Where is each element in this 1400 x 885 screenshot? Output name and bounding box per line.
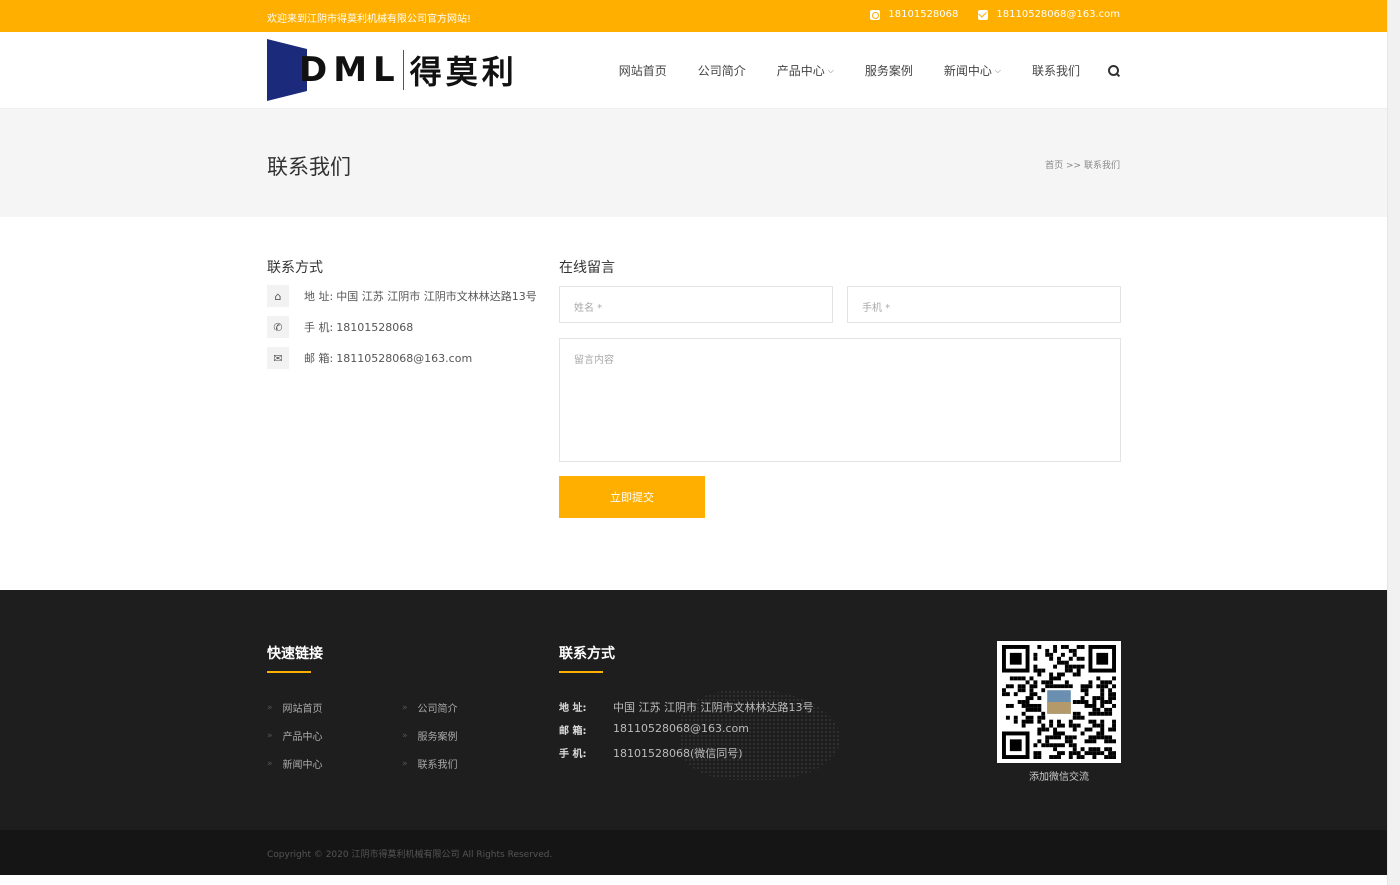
footer-links-underline — [267, 671, 311, 673]
footer-address-value: 中国 江苏 江阴市 江阴市文林林达路13号 — [613, 701, 814, 714]
home-icon: ⌂ — [267, 285, 289, 307]
copyright-bar: Copyright © 2020 江阴市得莫利机械有限公司 All Rights… — [0, 830, 1387, 875]
chevron-right-icon: » — [267, 758, 273, 769]
topbar-phone-text: 18101528068 — [888, 9, 959, 20]
footer-link-label: 网站首页 — [282, 704, 323, 715]
footer-address-label: 地 址: — [559, 703, 587, 714]
footer-email-row: 邮 箱: 18110528068@163.com — [559, 722, 749, 737]
nav-products[interactable]: 产品中心 ⌵ — [777, 62, 834, 79]
phone-label: 手 机: — [304, 321, 334, 334]
email-label: 邮 箱: — [304, 352, 334, 365]
nav-news-label: 新闻中心 — [943, 64, 992, 78]
footer-address-row: 地 址: 中国 江苏 江阴市 江阴市文林林达路13号 — [559, 699, 814, 715]
address-value: 中国 江苏 江阴市 江阴市文林林达路13号 — [336, 290, 537, 303]
footer-link-about[interactable]: » 公司简介 — [402, 700, 458, 716]
nav-cases-label: 服务案例 — [864, 64, 913, 78]
logo-chinese: 得莫利 — [409, 53, 518, 91]
footer-link-cases[interactable]: » 服务案例 — [402, 728, 458, 744]
page: 欢迎来到江阴市得莫利机械有限公司官方网站! 18101528068 181105… — [0, 0, 1387, 885]
footer-phone-row: 手 机: 18101528068(微信同号) — [559, 745, 743, 761]
scrollbar[interactable] — [1387, 0, 1400, 885]
footer-link-contact[interactable]: » 联系我们 — [402, 756, 458, 772]
main-nav: 网站首页 公司简介 产品中心 ⌵ 服务案例 新闻中心 ⌵ 联系我们 — [588, 32, 1120, 109]
nav-products-label: 产品中心 — [776, 64, 825, 78]
email-value: 18110528068@163.com — [336, 351, 473, 365]
breadcrumb: 首页 >> 联系我们 — [1045, 158, 1120, 171]
nav-contact[interactable]: 联系我们 — [1032, 62, 1080, 79]
page-title-banner: 联系我们 首页 >> 联系我们 — [0, 109, 1387, 217]
topbar-email-text: 18110528068@163.com — [996, 9, 1120, 20]
top-bar: 欢迎来到江阴市得莫利机械有限公司官方网站! 18101528068 181105… — [0, 0, 1387, 32]
footer-links-heading: 快速链接 — [267, 646, 323, 662]
footer-link-label: 公司简介 — [417, 704, 458, 715]
chevron-down-icon: ⌵ — [827, 65, 834, 75]
footer-email-label: 邮 箱: — [559, 726, 587, 737]
chevron-right-icon: » — [402, 730, 408, 741]
nav-contact-label: 联系我们 — [1031, 64, 1080, 78]
search-icon[interactable] — [1108, 64, 1120, 77]
footer-contact-heading: 联系方式 — [559, 646, 615, 662]
contact-heading: 联系方式 — [267, 260, 323, 276]
nav-news[interactable]: 新闻中心 ⌵ — [944, 62, 1001, 79]
chevron-right-icon: » — [402, 702, 408, 713]
chevron-right-icon: » — [402, 758, 408, 769]
breadcrumb-home[interactable]: 首页 — [1045, 161, 1063, 171]
nav-cases[interactable]: 服务案例 — [865, 62, 913, 79]
contact-address-row: ⌂ 地 址: 中国 江苏 江阴市 江阴市文林林达路13号 — [267, 285, 537, 307]
welcome-text: 欢迎来到江阴市得莫利机械有限公司官方网站! — [267, 14, 472, 25]
page-bottom — [0, 875, 1387, 885]
logo-latin: DML — [299, 50, 401, 90]
topbar-phone[interactable]: 18101528068 — [870, 9, 958, 20]
chevron-right-icon: » — [267, 702, 273, 713]
breadcrumb-separator: >> — [1066, 161, 1082, 171]
footer-link-news[interactable]: » 新闻中心 — [267, 756, 323, 772]
topbar-contact: 18101528068 18110528068@163.com — [870, 9, 1120, 20]
name-input[interactable]: 姓名 * — [559, 286, 833, 323]
form-heading: 在线留言 — [559, 260, 615, 276]
nav-about-label: 公司简介 — [697, 64, 746, 78]
footer-email-value: 18110528068@163.com — [613, 722, 749, 735]
page-title: 联系我们 — [267, 155, 351, 179]
envelope-icon — [978, 9, 989, 20]
wechat-qr-code — [997, 641, 1121, 763]
footer-phone-value: 18101528068(微信同号) — [613, 747, 743, 760]
contact-email-row: ✉ 邮 箱: 18110528068@163.com — [267, 347, 472, 369]
envelope-icon: ✉ — [267, 347, 289, 369]
nav-about[interactable]: 公司简介 — [698, 62, 746, 79]
header: DML 得莫利 网站首页 公司简介 产品中心 ⌵ 服务案例 新闻中心 ⌵ 联系我们 — [0, 32, 1387, 109]
phone-icon: ✆ — [267, 316, 289, 338]
qr-caption: 添加微信交流 — [1029, 772, 1089, 783]
phone-input[interactable]: 手机 * — [847, 286, 1121, 323]
phone-icon — [870, 9, 881, 20]
logo[interactable]: DML 得莫利 — [267, 39, 518, 101]
topbar-email[interactable]: 18110528068@163.com — [978, 9, 1120, 20]
footer-phone-label: 手 机: — [559, 749, 587, 760]
chevron-down-icon: ⌵ — [994, 65, 1001, 75]
breadcrumb-current: 联系我们 — [1083, 161, 1120, 171]
footer-link-label: 产品中心 — [282, 732, 323, 743]
contact-phone-row: ✆ 手 机: 18101528068 — [267, 316, 413, 338]
qr-code-image — [1002, 645, 1116, 759]
footer: 快速链接 » 网站首页 » 公司简介 » 产品中心 » 服务案例 » 新闻中心 » 联系我们… — [0, 590, 1387, 830]
submit-button[interactable]: 立即提交 — [559, 476, 705, 518]
main-content: 联系方式 ⌂ 地 址: 中国 江苏 江阴市 江阴市文林林达路13号 ✆ 手 机:… — [0, 217, 1387, 590]
footer-link-products[interactable]: » 产品中心 — [267, 728, 323, 744]
footer-contact-underline — [559, 671, 603, 673]
message-textarea[interactable]: 留言内容 — [559, 338, 1121, 462]
footer-link-home[interactable]: » 网站首页 — [267, 700, 323, 716]
footer-link-label: 联系我们 — [417, 760, 458, 771]
nav-home-label: 网站首页 — [618, 64, 667, 78]
footer-link-label: 服务案例 — [417, 732, 458, 743]
phone-value: 18101528068 — [336, 320, 414, 334]
address-label: 地 址: — [304, 290, 334, 303]
logo-divider — [402, 50, 404, 90]
nav-home[interactable]: 网站首页 — [619, 62, 667, 79]
footer-link-label: 新闻中心 — [282, 760, 323, 771]
chevron-right-icon: » — [267, 730, 273, 741]
copyright-text: Copyright © 2020 江阴市得莫利机械有限公司 All Rights… — [267, 850, 553, 860]
